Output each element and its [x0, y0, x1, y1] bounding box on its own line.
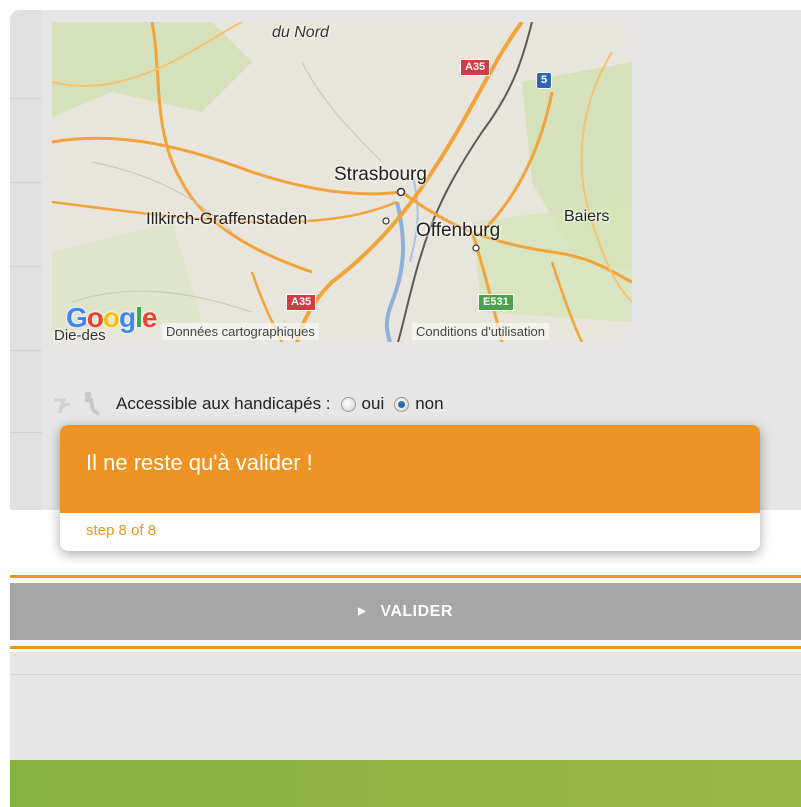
location-map[interactable]: du Nord Strasbourg Illkirch-Graffenstade…: [52, 22, 632, 342]
footer-green-bar: [10, 760, 801, 807]
accessibility-row: Accessible aux handicapés : oui non: [52, 390, 652, 418]
map-label-vosges: du Nord: [272, 24, 329, 41]
map-terms-link[interactable]: Conditions d'utilisation: [412, 323, 549, 340]
footer-divider: [10, 674, 801, 675]
road-shield-a35: A35: [286, 294, 317, 311]
footer-gray-area: [10, 652, 801, 760]
sidebar-divider: [10, 266, 42, 267]
map-label-strasbourg: Strasbourg: [334, 164, 427, 185]
sidebar-divider: [10, 432, 42, 433]
road-shield-a35: A35: [460, 59, 491, 76]
validate-button-label: VALIDER: [380, 602, 453, 620]
orange-divider: [10, 646, 801, 649]
wheelchair-icon: [52, 390, 102, 418]
map-footer: Die-des Google Données cartographiques C…: [52, 302, 632, 342]
tour-step-counter: step 8 of 8: [86, 522, 157, 539]
sidebar-divider: [10, 182, 42, 183]
google-logo[interactable]: Google: [66, 302, 157, 334]
map-data-attribution[interactable]: Données cartographiques: [162, 323, 319, 340]
road-shield-e531: E531: [478, 294, 514, 311]
road-shield-a5: 5: [536, 72, 553, 89]
accessible-yes-radio[interactable]: [340, 396, 356, 412]
form-sidebar: [10, 10, 42, 510]
map-label-illkirch: Illkirch-Graffenstaden: [146, 209, 308, 228]
accessibility-label: Accessible aux handicapés :: [116, 394, 331, 413]
accessible-yes-label[interactable]: oui: [362, 394, 385, 414]
sidebar-divider: [10, 98, 42, 99]
map-label-offenburg: Offenburg: [416, 220, 501, 241]
orange-divider: [10, 575, 801, 578]
tour-popover: Il ne reste qu'à valider ! step 8 of 8: [60, 425, 760, 551]
accessible-no-radio[interactable]: [394, 396, 410, 412]
tour-popover-title: Il ne reste qu'à valider !: [60, 425, 760, 513]
map-label-baiers: Baiers: [564, 208, 610, 225]
validate-button[interactable]: ▶ VALIDER: [10, 583, 801, 640]
arrow-right-icon: ▶: [358, 606, 367, 617]
sidebar-divider: [10, 350, 42, 351]
accessible-no-label[interactable]: non: [415, 394, 443, 414]
